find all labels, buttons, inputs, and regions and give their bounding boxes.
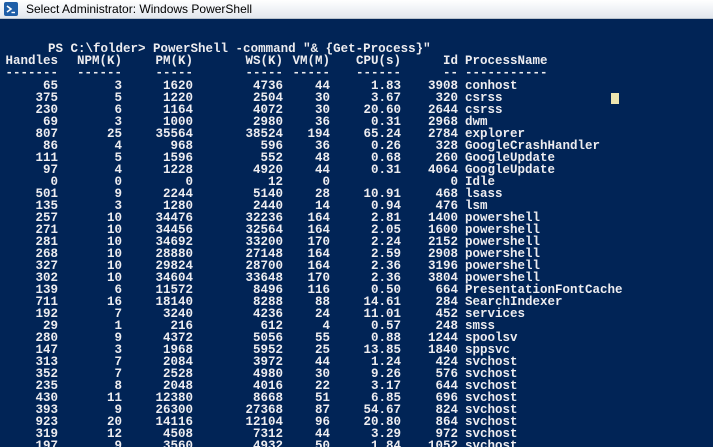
column-separator: ------: [76, 66, 122, 80]
command-line: PS C:\folder> PowerShell -command "& {Ge…: [3, 31, 431, 56]
process-cell: svchost: [465, 439, 518, 447]
powershell-icon: [4, 2, 18, 16]
console-output[interactable]: PS C:\folder> PowerShell -command "& {Ge…: [0, 19, 713, 447]
process-cell: 44: [314, 163, 330, 177]
column-separator: --: [442, 66, 458, 80]
process-cell: 3560: [162, 439, 193, 447]
window-title: Select Administrator: Windows PowerShell: [26, 2, 253, 16]
process-cell: 9: [114, 439, 122, 447]
column-separator: -----: [155, 66, 193, 80]
text-cursor: [611, 93, 619, 104]
powershell-window[interactable]: Select Administrator: Windows PowerShell…: [0, 0, 713, 447]
process-cell: 1228: [162, 163, 193, 177]
column-separator: -----: [292, 66, 330, 80]
process-cell: 1052: [427, 439, 458, 447]
column-separator: -----------: [465, 66, 548, 80]
title-bar[interactable]: Select Administrator: Windows PowerShell: [0, 0, 713, 19]
process-cell: 50: [314, 439, 330, 447]
process-cell: 4064: [427, 163, 458, 177]
